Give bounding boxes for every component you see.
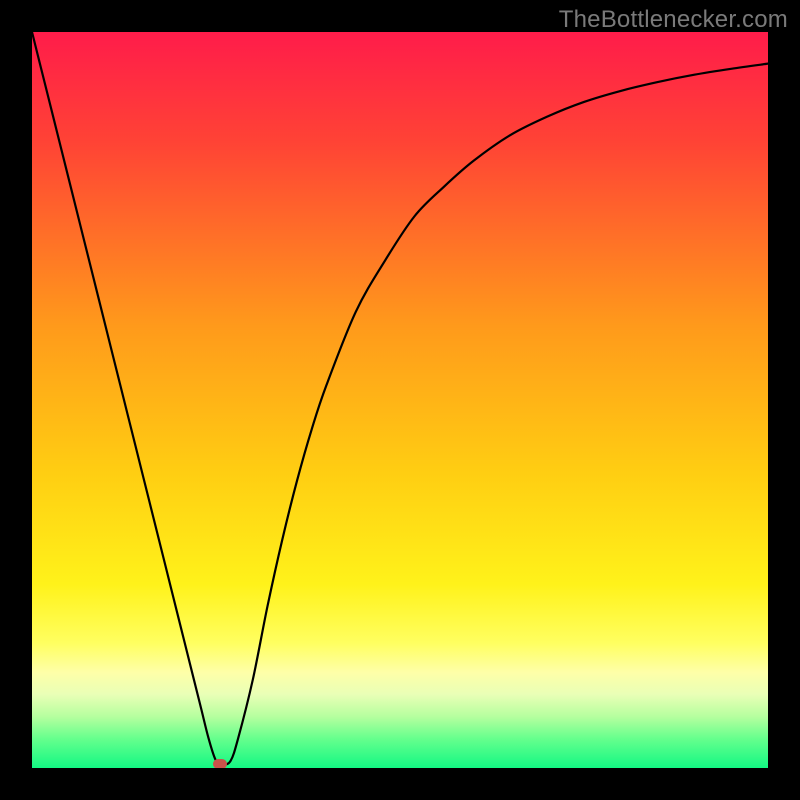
watermark-text: TheBottlenecker.com: [559, 6, 788, 34]
curve-layer: [32, 32, 768, 768]
bottleneck-curve: [32, 32, 768, 764]
plot-area: [32, 32, 768, 768]
chart-frame: TheBottlenecker.com: [0, 0, 800, 800]
minimum-marker: [213, 759, 227, 768]
